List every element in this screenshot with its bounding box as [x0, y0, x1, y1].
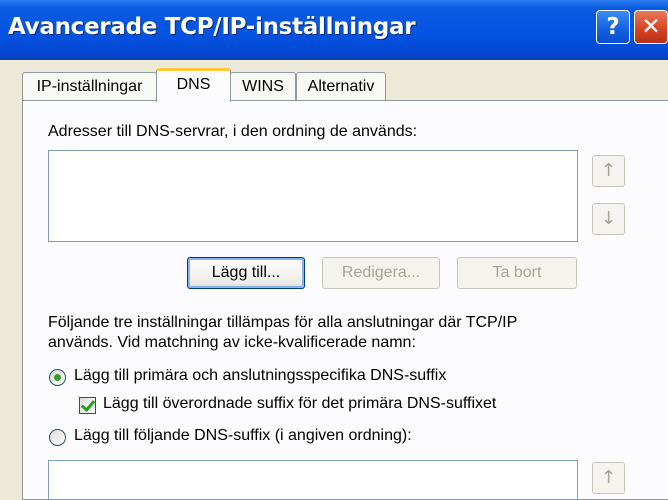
dns-suffix-list[interactable] — [48, 460, 578, 500]
arrow-down-icon: ↓ — [600, 208, 617, 229]
edit-button[interactable]: Redigera... — [322, 257, 440, 289]
tab-dns[interactable]: DNS — [156, 68, 231, 102]
close-button[interactable]: ✕ — [634, 10, 668, 44]
arrow-up-icon: ↑ — [600, 160, 617, 181]
info-text-line1: Följande tre inställningar tillämpas för… — [48, 314, 518, 331]
add-button[interactable]: Lägg till... — [187, 257, 305, 289]
move-down-button[interactable]: ↓ — [592, 203, 625, 235]
tab-alternativ[interactable]: Alternativ — [296, 72, 386, 100]
move-up-button[interactable]: ↑ — [592, 155, 625, 187]
radio-append-list[interactable] — [49, 429, 66, 446]
tab-wins[interactable]: WINS — [230, 72, 296, 100]
suffix-move-up-button[interactable]: ↑ — [592, 462, 625, 494]
arrow-up-icon: ↑ — [600, 467, 617, 488]
radio-append-list-label: Lägg till följande DNS-suffix (i angiven… — [74, 427, 412, 444]
window-title: Avancerade TCP/IP-inställningar — [8, 14, 416, 40]
radio-append-primary-label: Lägg till primära och anslutningsspecifi… — [74, 367, 447, 384]
radio-append-primary[interactable] — [49, 369, 66, 386]
checkbox-append-parent-label: Lägg till överordnade suffix för det pri… — [103, 395, 497, 412]
checkbox-append-parent[interactable] — [79, 397, 96, 414]
dns-server-list[interactable] — [48, 150, 578, 242]
info-text-line2: används. Vid matchning av icke-kvalifice… — [48, 334, 416, 351]
remove-button[interactable]: Ta bort — [457, 257, 577, 289]
help-button[interactable]: ? — [596, 10, 630, 44]
dns-servers-label: Adresser till DNS-servrar, i den ordning… — [48, 123, 418, 140]
tab-ip-settings[interactable]: IP-inställningar — [22, 72, 157, 100]
title-bar: Avancerade TCP/IP-inställningar ? ✕ — [0, 0, 668, 60]
